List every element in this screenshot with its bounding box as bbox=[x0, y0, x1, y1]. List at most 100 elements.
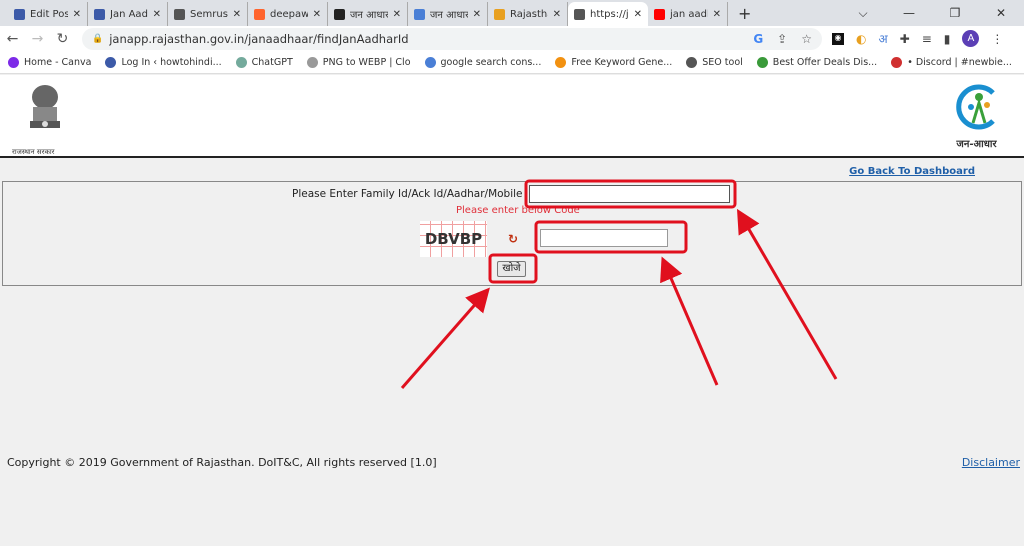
tab[interactable]: deepawali ✕ bbox=[248, 2, 328, 26]
captcha-prompt: Please enter below Code bbox=[456, 205, 580, 216]
sidepanel-icon[interactable]: ▮ bbox=[944, 32, 951, 46]
media-icon[interactable]: ≡ bbox=[922, 32, 932, 46]
bookmark-label: ChatGPT bbox=[251, 57, 293, 68]
close-tab-icon[interactable]: ✕ bbox=[713, 9, 721, 20]
share-icon[interactable]: ⇪ bbox=[777, 32, 787, 46]
bookmark-label: Best Offer Deals Dis... bbox=[772, 57, 878, 68]
tab-label: deepawali bbox=[270, 8, 308, 20]
bookmark-icon bbox=[756, 57, 768, 68]
url-bar[interactable]: 🔒 janapp.rajasthan.gov.in/janaadhaar/fin… bbox=[82, 28, 822, 50]
tab-label: Jan Aadhar bbox=[110, 8, 148, 20]
search-button[interactable]: खोजे bbox=[497, 261, 526, 277]
bookmark[interactable]: Best Offer Deals Dis... bbox=[756, 57, 878, 68]
bookmark[interactable]: PNG to WEBP | Clo bbox=[306, 57, 411, 68]
site-header: राजस्थान सरकार जन-आधार bbox=[0, 75, 1024, 158]
tab-label: Semrush - bbox=[190, 8, 228, 20]
disclaimer-link[interactable]: Disclaimer bbox=[962, 456, 1020, 469]
bookmark-icon bbox=[235, 57, 247, 68]
reload-icon[interactable]: ↻ bbox=[50, 31, 75, 47]
window-controls: ⌵ — ❐ ✕ bbox=[840, 0, 1024, 26]
close-tab-icon[interactable]: ✕ bbox=[153, 9, 161, 20]
bookmark[interactable]: Free Keyword Gene... bbox=[555, 57, 672, 68]
youtube-icon bbox=[654, 8, 665, 20]
bookmark[interactable]: google search cons... bbox=[424, 57, 542, 68]
address-bar-row: ← → ↻ 🔒 janapp.rajasthan.gov.in/janaadha… bbox=[0, 26, 1024, 52]
close-tab-icon[interactable]: ✕ bbox=[393, 9, 401, 20]
restore-button[interactable]: ❐ bbox=[932, 6, 978, 20]
new-tab-button[interactable]: + bbox=[738, 4, 751, 23]
tab-label: https://jan bbox=[590, 8, 629, 20]
bookmark-label: Log In ‹ howtohindi... bbox=[121, 57, 222, 68]
bookmark-icon bbox=[891, 57, 903, 68]
globe-icon bbox=[174, 8, 185, 20]
bookmark-icon bbox=[8, 57, 19, 68]
bookmark-icon bbox=[686, 57, 698, 68]
captcha-input[interactable] bbox=[540, 229, 668, 247]
tab[interactable]: जन आधार ✕ bbox=[408, 2, 488, 26]
puzzle-icon[interactable]: ✚ bbox=[900, 32, 910, 46]
bookmark-label: • Discord | #newbie... bbox=[907, 57, 1012, 68]
bookmark[interactable]: SEO tool bbox=[686, 57, 743, 68]
tab[interactable]: https://jan ✕ bbox=[568, 2, 648, 26]
close-tab-icon[interactable]: ✕ bbox=[473, 9, 481, 20]
lamp-icon bbox=[494, 8, 505, 20]
back-to-dashboard-link[interactable]: Go Back To Dashboard bbox=[849, 166, 975, 177]
tab[interactable]: Rajasthan ✕ bbox=[488, 2, 568, 26]
jan-aadhaar-logo-icon bbox=[955, 84, 995, 130]
bookmark[interactable]: • Discord | #newbie... bbox=[891, 57, 1012, 68]
extension-icon[interactable]: ◐ bbox=[856, 32, 866, 46]
tab-search-icon[interactable]: ⌵ bbox=[840, 6, 886, 21]
menu-icon[interactable]: ⋮ bbox=[991, 32, 1003, 46]
close-tab-icon[interactable]: ✕ bbox=[634, 9, 642, 20]
tab[interactable]: Semrush - ✕ bbox=[168, 2, 248, 26]
bookmark[interactable]: Home - Canva bbox=[8, 57, 91, 68]
bookmark-icon bbox=[105, 57, 117, 68]
bookmark-label: google search cons... bbox=[440, 57, 542, 68]
bookmark-label: SEO tool bbox=[702, 57, 743, 68]
bookmarks-bar: Home - Canva Log In ‹ howtohindi... ChatGP… bbox=[0, 52, 1024, 74]
semrush-icon bbox=[254, 8, 265, 20]
id-label: Please Enter Family Id/Ack Id/Aadhar/Mob… bbox=[292, 188, 523, 200]
tab-label: jan aadhar bbox=[670, 8, 708, 20]
gov-text: राजस्थान सरकार bbox=[12, 148, 55, 156]
close-tab-icon[interactable]: ✕ bbox=[73, 9, 81, 20]
refresh-captcha-icon[interactable]: ↻ bbox=[508, 232, 518, 246]
bookmark-label: Free Keyword Gene... bbox=[571, 57, 673, 68]
arrow bbox=[400, 287, 490, 389]
tab[interactable]: जन आधार ✕ bbox=[328, 2, 408, 26]
family-id-input[interactable] bbox=[529, 185, 730, 203]
copyright-text: Copyright © 2019 Government of Rajasthan… bbox=[7, 456, 437, 469]
translate-icon[interactable]: अ bbox=[878, 30, 887, 47]
c-icon bbox=[414, 8, 425, 20]
bookmark-label: Home - Canva bbox=[24, 57, 92, 68]
tab-label: Edit Post bbox=[30, 8, 68, 20]
bookmark[interactable]: ChatGPT bbox=[235, 57, 293, 68]
bookmark[interactable]: Log In ‹ howtohindi... bbox=[105, 57, 222, 68]
emblem-icon bbox=[30, 85, 60, 128]
close-tab-icon[interactable]: ✕ bbox=[233, 9, 241, 20]
avatar[interactable]: A bbox=[962, 30, 980, 47]
url-text: janapp.rajasthan.gov.in/janaadhaar/findJ… bbox=[109, 32, 409, 46]
bookmark-icon bbox=[555, 57, 567, 68]
bookmark-label: PNG to WEBP | Clo bbox=[322, 57, 411, 68]
forward-icon[interactable]: → bbox=[25, 31, 50, 47]
minimize-button[interactable]: — bbox=[886, 6, 932, 20]
tab[interactable]: Jan Aadhar ✕ bbox=[88, 2, 168, 26]
tab-label: जन आधार bbox=[350, 10, 388, 21]
google-icon[interactable]: G bbox=[753, 32, 763, 46]
jan-aadhaar-logo: जन-आधार bbox=[949, 83, 1004, 153]
star-icon[interactable]: ☆ bbox=[801, 32, 812, 46]
dark-icon bbox=[334, 8, 345, 20]
h-icon bbox=[94, 8, 105, 20]
close-tab-icon[interactable]: ✕ bbox=[553, 9, 561, 20]
tab-label: जन आधार bbox=[430, 10, 468, 21]
close-tab-icon[interactable]: ✕ bbox=[313, 9, 321, 20]
tab-label: Rajasthan bbox=[510, 8, 548, 20]
h-icon bbox=[14, 8, 25, 20]
extension-icon[interactable]: ◉ bbox=[832, 32, 844, 45]
back-icon[interactable]: ← bbox=[0, 31, 25, 47]
bookmark-icon bbox=[306, 57, 318, 68]
close-window-button[interactable]: ✕ bbox=[978, 6, 1024, 20]
tab[interactable]: jan aadhar ✕ bbox=[648, 2, 728, 26]
tab[interactable]: Edit Post ✕ bbox=[8, 2, 88, 26]
